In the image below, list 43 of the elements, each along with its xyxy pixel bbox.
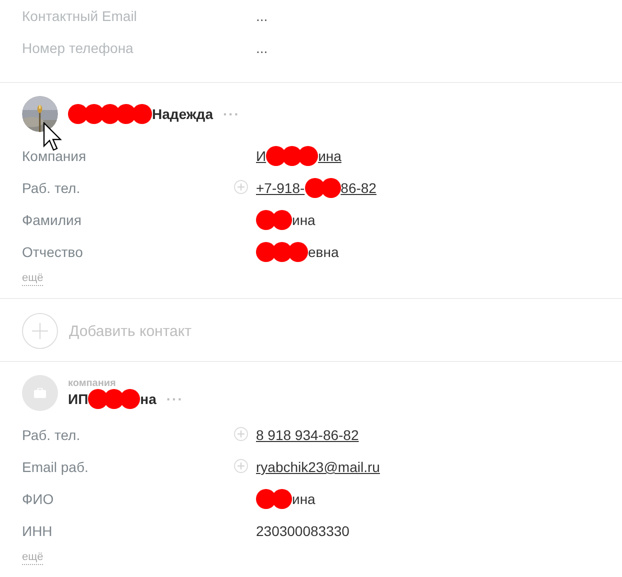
field-link[interactable]: ryabchik23@mail.ru (256, 459, 622, 475)
field-link[interactable]: +7-918- 86-82 (256, 178, 622, 198)
field-label: Контактный Email (22, 8, 138, 24)
field-value: ... (256, 40, 268, 56)
plus-icon (22, 313, 58, 349)
contact-name[interactable]: Надежда (68, 104, 213, 124)
field-label: ИНН (22, 523, 54, 539)
field-label: Email раб. (22, 459, 90, 475)
redaction-mark (132, 104, 152, 124)
field-value: ина (256, 489, 622, 509)
redaction-mark (256, 242, 276, 262)
field-link[interactable]: И ина (256, 146, 622, 166)
redaction-mark (266, 146, 286, 166)
redaction-mark (288, 242, 308, 262)
field-value: 230300083330 (256, 523, 350, 539)
add-icon[interactable] (234, 426, 248, 440)
redaction-mark (256, 489, 276, 509)
field-value: ... (256, 8, 268, 24)
redaction-mark (120, 388, 140, 408)
company-name[interactable]: ИП на (68, 388, 156, 408)
field-value: евна (256, 242, 622, 262)
entity-type-label: компания (68, 378, 117, 388)
redaction-mark (304, 178, 325, 198)
add-icon[interactable] (234, 458, 248, 472)
briefcase-icon (34, 388, 46, 398)
redaction-mark (320, 178, 341, 198)
redaction-mark (272, 210, 292, 230)
cursor-icon (43, 122, 63, 152)
redaction-mark (68, 104, 88, 124)
field-label: Отчество (22, 244, 84, 260)
field-label: Номер телефона (22, 40, 134, 56)
field-link[interactable]: 8 918 934-86-82 (256, 427, 622, 443)
field-label: Фамилия (22, 212, 82, 228)
field-label: Раб. тел. (22, 427, 82, 443)
field-value: ина (256, 210, 622, 230)
redaction-mark (88, 388, 108, 408)
field-label: Раб. тел. (22, 180, 82, 196)
redaction-mark (272, 489, 292, 509)
field-label: ФИО (22, 491, 55, 507)
redaction-mark (298, 146, 318, 166)
add-icon[interactable] (234, 180, 248, 194)
field-label: Компания (22, 148, 88, 164)
redaction-mark (256, 210, 276, 230)
